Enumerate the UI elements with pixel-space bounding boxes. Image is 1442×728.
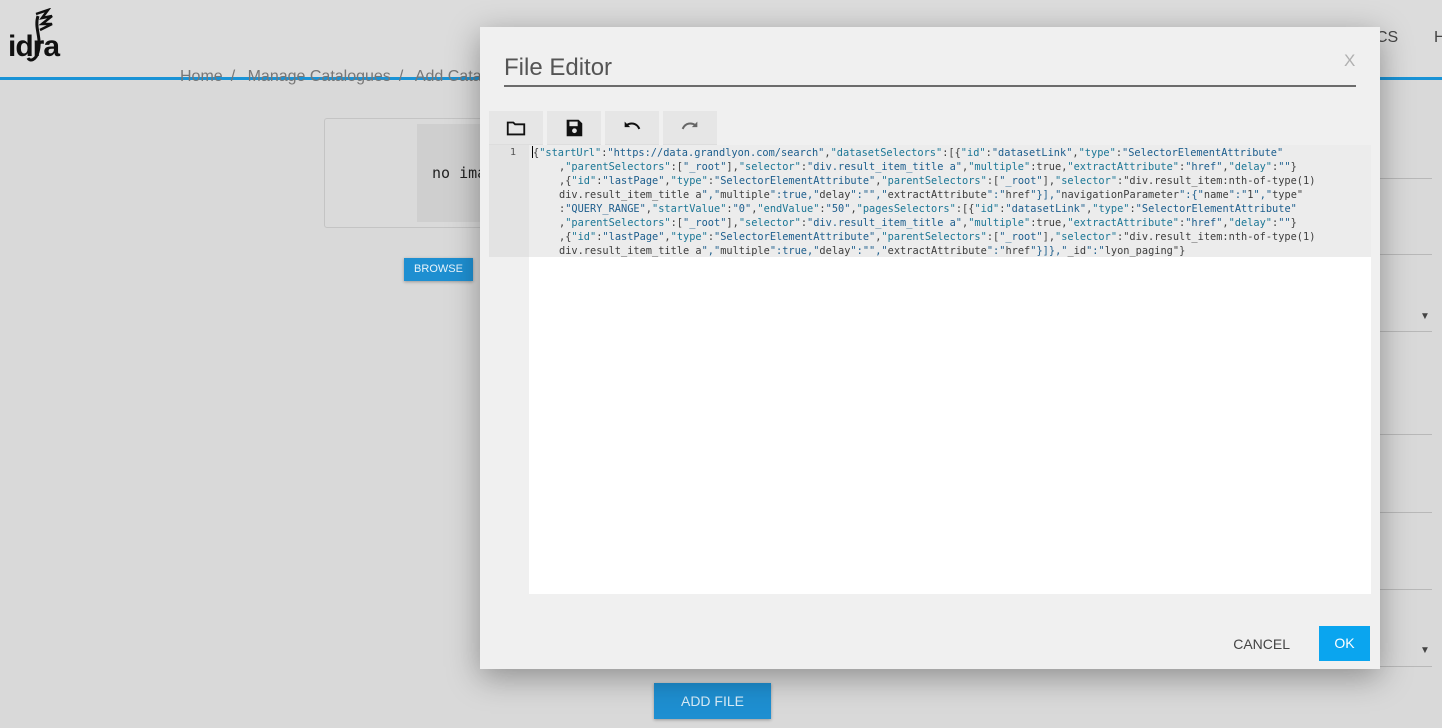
modal-footer: CANCEL OK (1222, 626, 1370, 661)
code-editor[interactable]: 1 {"startUrl":"https://data.grandlyon.co… (489, 145, 1371, 594)
open-file-button[interactable] (489, 111, 543, 145)
gutter-active-line (489, 145, 529, 257)
code-line: div.result_item_title a","multiple":true… (559, 245, 1186, 257)
save-file-button[interactable] (547, 111, 601, 145)
app-logo[interactable]: idra (8, 8, 78, 66)
close-button[interactable]: X (1344, 51, 1355, 71)
open-folder-icon (506, 121, 526, 135)
modal-title: File Editor (504, 55, 1356, 87)
cancel-button[interactable]: CANCEL (1222, 628, 1301, 660)
code-line: div.result_item_title a","multiple":true… (559, 189, 1304, 201)
undo-icon (624, 121, 641, 129)
code-line: :"QUERY_RANGE","startValue":"0","endValu… (559, 203, 1297, 215)
code-line: ,"parentSelectors":["_root"],"selector":… (559, 217, 1297, 229)
editor-toolbar (489, 111, 717, 145)
nav-item-h[interactable]: H (1434, 29, 1442, 47)
breadcrumb-current: Add Catal (414, 68, 486, 85)
save-icon (566, 119, 583, 136)
code-line: {"startUrl":"https://data.grandlyon.com/… (532, 146, 1284, 159)
redo-button[interactable] (663, 111, 717, 145)
line-number: 1 (509, 147, 516, 158)
file-editor-modal: File Editor X 1 {"startUrl":"https://dat… (480, 27, 1380, 669)
breadcrumb-home[interactable]: Home (180, 68, 223, 85)
breadcrumb-manage-catalogues[interactable]: Manage Catalogues (248, 68, 391, 85)
browse-button[interactable]: BROWSE (404, 258, 473, 281)
add-file-button[interactable]: ADD FILE (654, 683, 771, 719)
code-content[interactable]: {"startUrl":"https://data.grandlyon.com/… (532, 146, 1367, 258)
code-line: ,{"id":"lastPage","type":"SelectorElemen… (559, 175, 1316, 187)
breadcrumb: Home / Manage Catalogues / Add Catal (180, 68, 493, 86)
redo-icon (681, 121, 698, 129)
code-line: ,"parentSelectors":["_root"],"selector":… (559, 161, 1297, 173)
logo-text: idra (8, 30, 60, 63)
code-line: ,{"id":"lastPage","type":"SelectorElemen… (559, 231, 1316, 243)
image-placeholder-text: no ima (432, 164, 487, 182)
image-preview-box: no ima (324, 118, 494, 228)
dropdown-arrow-icon[interactable]: ▼ (1420, 645, 1430, 656)
breadcrumb-separator: / (230, 68, 236, 85)
editor-gutter: 1 (489, 145, 529, 594)
undo-button[interactable] (605, 111, 659, 145)
breadcrumb-separator: / (398, 68, 404, 85)
dropdown-arrow-icon[interactable]: ▼ (1420, 311, 1430, 322)
ok-button[interactable]: OK (1319, 626, 1370, 661)
